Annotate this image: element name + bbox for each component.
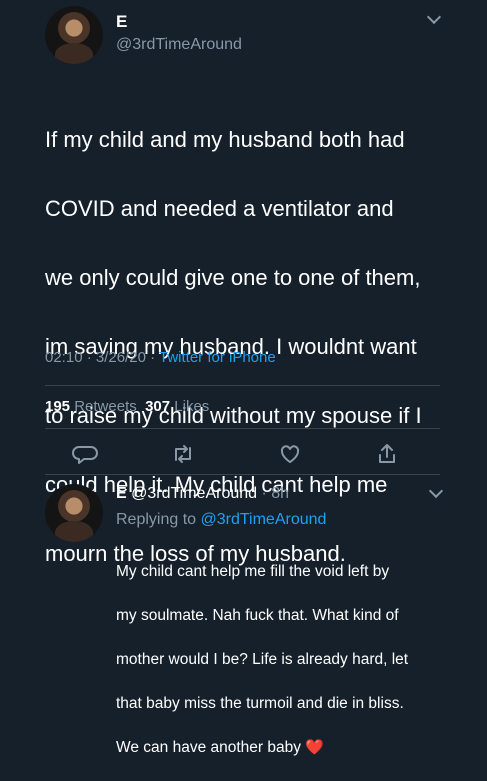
replying-to: Replying to @3rdTimeAround xyxy=(116,511,326,529)
author-name[interactable]: E xyxy=(116,12,127,32)
tweet-text-line: we only could give one to one of them, xyxy=(45,264,421,290)
tweet-text-line: If my child and my husband both had xyxy=(45,126,405,152)
replying-prefix: Replying to xyxy=(116,511,201,528)
reply-text-line: that baby miss the turmoil and die in bl… xyxy=(116,695,404,712)
retweets-count: 195 xyxy=(45,398,71,415)
reply-text-line: my soulmate. Nah fuck that. What kind of xyxy=(116,607,399,624)
tweet-thread: E @3rdTimeAround If my child and my husb… xyxy=(0,0,487,756)
chevron-down-icon[interactable] xyxy=(426,9,442,25)
avatar[interactable] xyxy=(45,484,103,542)
tweet-client-link[interactable]: Twitter for iPhone xyxy=(159,349,276,366)
replying-to-handle[interactable]: @3rdTimeAround xyxy=(201,511,327,528)
reply-icon[interactable] xyxy=(70,440,100,468)
reply-text: My child cant help me fill the void left… xyxy=(116,539,446,781)
retweets-stat[interactable]: 195 Retweets xyxy=(45,398,137,415)
divider xyxy=(45,385,440,386)
author-handle[interactable]: @3rdTimeAround xyxy=(116,36,242,54)
reply-text-line: We can have another baby ❤️ xyxy=(116,737,446,759)
retweet-icon[interactable] xyxy=(168,440,198,468)
reply-text-line: mother would I be? Life is already hard,… xyxy=(116,651,409,668)
share-icon[interactable] xyxy=(372,440,402,468)
tweet-text-line: COVID and needed a ventilator and xyxy=(45,195,394,221)
reply-time[interactable]: · 8h xyxy=(257,485,289,502)
engagement-counts: 195 Retweets 307 Likes xyxy=(45,398,209,415)
reply-text-line: My child cant help me fill the void left… xyxy=(116,563,390,580)
reply-author-handle[interactable]: @3rdTimeAround xyxy=(131,485,257,502)
avatar[interactable] xyxy=(45,6,103,64)
tweet-actions xyxy=(70,440,410,468)
retweets-label: Retweets xyxy=(74,398,137,415)
tweet-time[interactable]: 02:10 · 3/26/20 · xyxy=(45,349,159,366)
likes-count: 307 xyxy=(145,398,171,415)
divider xyxy=(45,474,440,475)
tweet-timestamp: 02:10 · 3/26/20 · Twitter for iPhone xyxy=(45,349,276,366)
likes-stat[interactable]: 307 Likes xyxy=(145,398,209,415)
reply-text-last: We can have another baby xyxy=(116,739,306,756)
likes-label: Likes xyxy=(174,398,210,415)
heart-emoji-icon: ❤️ xyxy=(305,739,324,756)
like-icon[interactable] xyxy=(275,440,305,468)
reply-author-name[interactable]: E xyxy=(116,485,127,502)
divider xyxy=(45,428,440,429)
reply-header: E @3rdTimeAround · 8h xyxy=(116,485,289,503)
